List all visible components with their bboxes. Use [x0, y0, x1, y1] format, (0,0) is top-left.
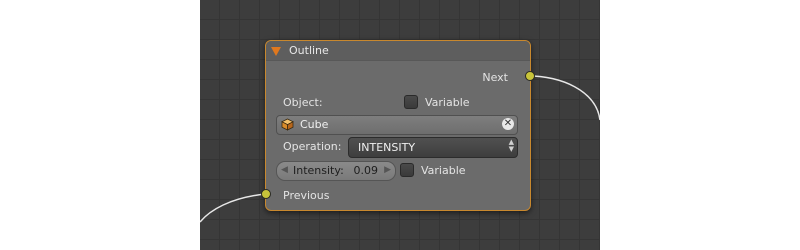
- object-label: Object:: [283, 96, 323, 109]
- operation-select[interactable]: INTENSITY ▲ ▼: [348, 137, 518, 158]
- next-output-label: Next: [482, 71, 508, 84]
- intensity-variable-label: Variable: [421, 164, 466, 177]
- object-variable-checkbox[interactable]: [404, 95, 418, 109]
- previous-input-label: Previous: [283, 189, 330, 202]
- operation-value: INTENSITY: [358, 141, 416, 154]
- decrement-arrow-icon[interactable]: ◀: [281, 165, 288, 175]
- increment-arrow-icon[interactable]: ▶: [384, 165, 391, 175]
- link-previous: [200, 193, 266, 223]
- object-variable-label: Variable: [425, 96, 470, 109]
- collapse-arrow-icon[interactable]: [271, 47, 281, 56]
- object-field[interactable]: Cube ✕: [276, 115, 518, 135]
- intensity-field[interactable]: ◀ Intensity: 0.09 ▶: [276, 161, 396, 181]
- intensity-label: Intensity:: [293, 164, 344, 177]
- intensity-value: 0.09: [353, 164, 379, 177]
- next-output-socket[interactable]: [525, 71, 535, 81]
- cube-icon: [281, 118, 294, 131]
- outline-node[interactable]: Outline Next Object: Variable Cube ✕ Ope…: [265, 40, 531, 211]
- previous-input-socket[interactable]: [261, 189, 271, 199]
- operation-label: Operation:: [283, 140, 342, 153]
- node-editor-canvas[interactable]: Outline Next Object: Variable Cube ✕ Ope…: [200, 0, 600, 250]
- close-icon[interactable]: ✕: [502, 118, 514, 130]
- node-title: Outline: [289, 44, 329, 57]
- up-down-arrows-icon: ▲ ▼: [508, 138, 514, 153]
- intensity-variable-checkbox[interactable]: [400, 163, 414, 177]
- node-header[interactable]: Outline: [266, 41, 530, 61]
- object-value: Cube: [300, 118, 329, 131]
- link-next: [528, 75, 600, 121]
